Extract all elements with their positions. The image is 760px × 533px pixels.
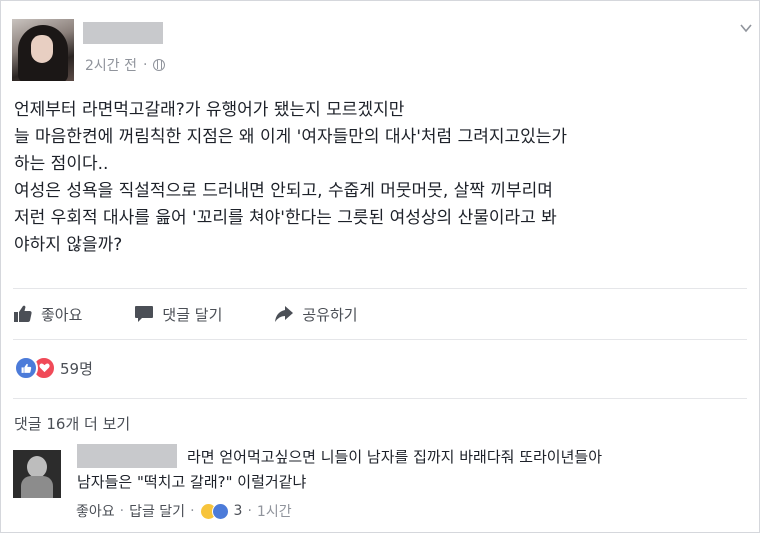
globe-icon[interactable]: [153, 59, 166, 71]
separator-dot: ·: [119, 503, 125, 519]
divider: [13, 288, 747, 289]
like-reaction-icon: [211, 502, 229, 520]
avatar-body: [21, 476, 53, 498]
post-meta: 2시간 전 ·: [85, 55, 166, 75]
post-body-line: 언제부터 라면먹고갈래?가 유행어가 됐는지 모르겠지만: [14, 100, 405, 120]
avatar-face: [31, 35, 53, 63]
thumbs-up-icon: [21, 363, 31, 373]
thumbs-up-icon: [14, 305, 32, 322]
post-body-line: 저런 우회적 대사를 읊어 '꼬리를 쳐야'한다는 그릇된 여성상의 산물이라고…: [14, 208, 557, 228]
share-label: 공유하기: [302, 305, 358, 324]
like-reaction-icon: [14, 356, 38, 380]
commenter-name-redacted[interactable]: [77, 444, 177, 468]
post-card: 2시간 전 · 언제부터 라면먹고갈래?가 유행어가 됐는지 모르겠지만 늘 마…: [0, 0, 760, 533]
comment-icon: [135, 306, 154, 322]
like-button[interactable]: 좋아요: [13, 304, 82, 325]
comment-label: 댓글 달기: [162, 305, 223, 324]
reaction-count: 59명: [60, 359, 93, 378]
divider: [13, 398, 747, 399]
post-body: 언제부터 라면먹고갈래?가 유행어가 됐는지 모르겠지만 늘 마음한켠에 꺼림칙…: [14, 97, 754, 259]
view-more-comments-link[interactable]: 댓글 16개 더 보기: [14, 413, 130, 434]
author-avatar[interactable]: [12, 19, 74, 81]
post-timestamp[interactable]: 2시간 전: [85, 55, 137, 75]
reaction-summary[interactable]: 59명: [14, 356, 93, 380]
divider: [13, 339, 747, 340]
share-icon: [275, 306, 294, 322]
like-label: 좋아요: [41, 305, 83, 324]
commenter-avatar[interactable]: [13, 450, 61, 498]
comment-button[interactable]: 댓글 달기: [134, 304, 222, 325]
action-bar: 좋아요 댓글 달기 공유하기: [13, 299, 410, 329]
chevron-down-icon[interactable]: [739, 21, 753, 35]
separator-dot: ·: [190, 503, 195, 519]
comment-reaction-count[interactable]: 3: [234, 503, 243, 519]
share-button[interactable]: 공유하기: [274, 304, 358, 325]
comment-timestamp[interactable]: 1시간: [257, 501, 292, 521]
post-body-line: 하는 점이다..: [14, 154, 109, 174]
author-name-redacted[interactable]: [83, 22, 163, 44]
separator-dot: ·: [247, 503, 252, 519]
avatar-head: [27, 456, 47, 478]
post-body-line: 늘 마음한켠에 꺼림칙한 지점은 왜 이게 '여자들만의 대사'처럼 그려지고있…: [14, 127, 568, 147]
comment-footer: 좋아요 · 답글 달기 · 3 · 1시간: [76, 501, 292, 521]
comment-text: 남자들은 "떡치고 갈래?" 이럴거같냐: [77, 473, 307, 491]
post-body-line: 여성은 성욕을 직설적으로 드러내면 안되고, 수줍게 머뭇머뭇, 살짝 끼부리…: [14, 181, 553, 201]
separator-dot: ·: [143, 57, 148, 73]
comment-reply-link[interactable]: 답글 달기: [129, 501, 185, 521]
heart-shape: [38, 363, 50, 373]
comment-like-link[interactable]: 좋아요: [76, 501, 115, 521]
comment-text: 라면 얻어먹고싶으면 니들이 남자를 집까지 바래다줘 또라이년들아: [187, 448, 603, 466]
post-body-line: 야하지 않을까?: [14, 235, 123, 255]
